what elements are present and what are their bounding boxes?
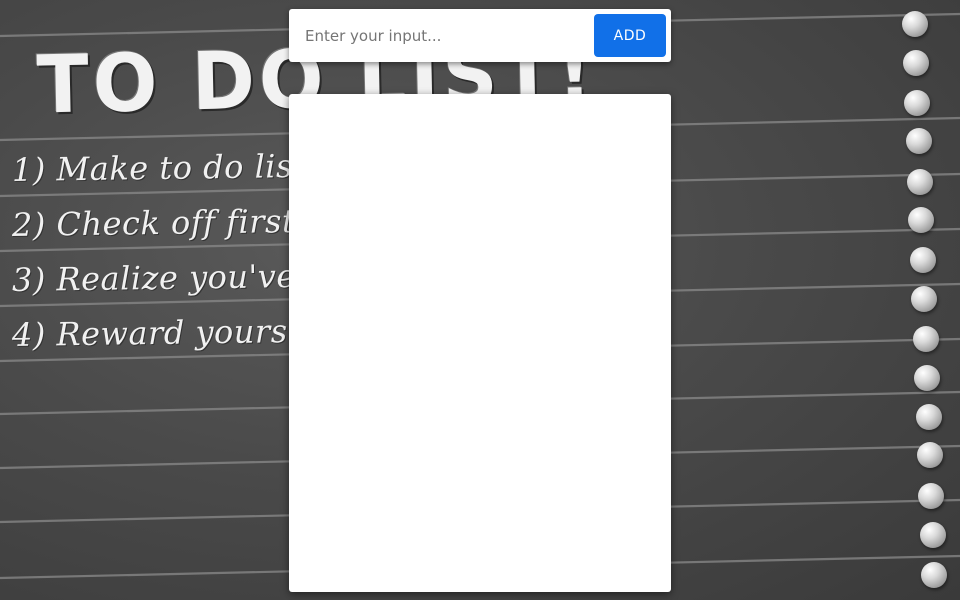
binder-ring-icon	[918, 483, 944, 509]
binder-ring-icon	[907, 169, 933, 195]
binder-ring-icon	[902, 11, 928, 37]
todo-input-card: ADD	[289, 9, 671, 62]
binder-ring-icon	[903, 50, 929, 76]
binder-ring-icon	[908, 207, 934, 233]
binder-ring-icon	[906, 128, 932, 154]
binder-ring-icon	[914, 365, 940, 391]
binder-ring-icon	[921, 562, 947, 588]
binder-ring-icon	[916, 404, 942, 430]
add-button[interactable]: ADD	[594, 14, 666, 57]
binder-ring-icon	[904, 90, 930, 116]
todo-input[interactable]	[303, 21, 587, 51]
binder-ring-icon	[910, 247, 936, 273]
binder-ring-icon	[913, 326, 939, 352]
binder-ring-icon	[911, 286, 937, 312]
binder-ring-icon	[920, 522, 946, 548]
todo-list-panel	[289, 94, 671, 592]
binder-ring-icon	[917, 442, 943, 468]
